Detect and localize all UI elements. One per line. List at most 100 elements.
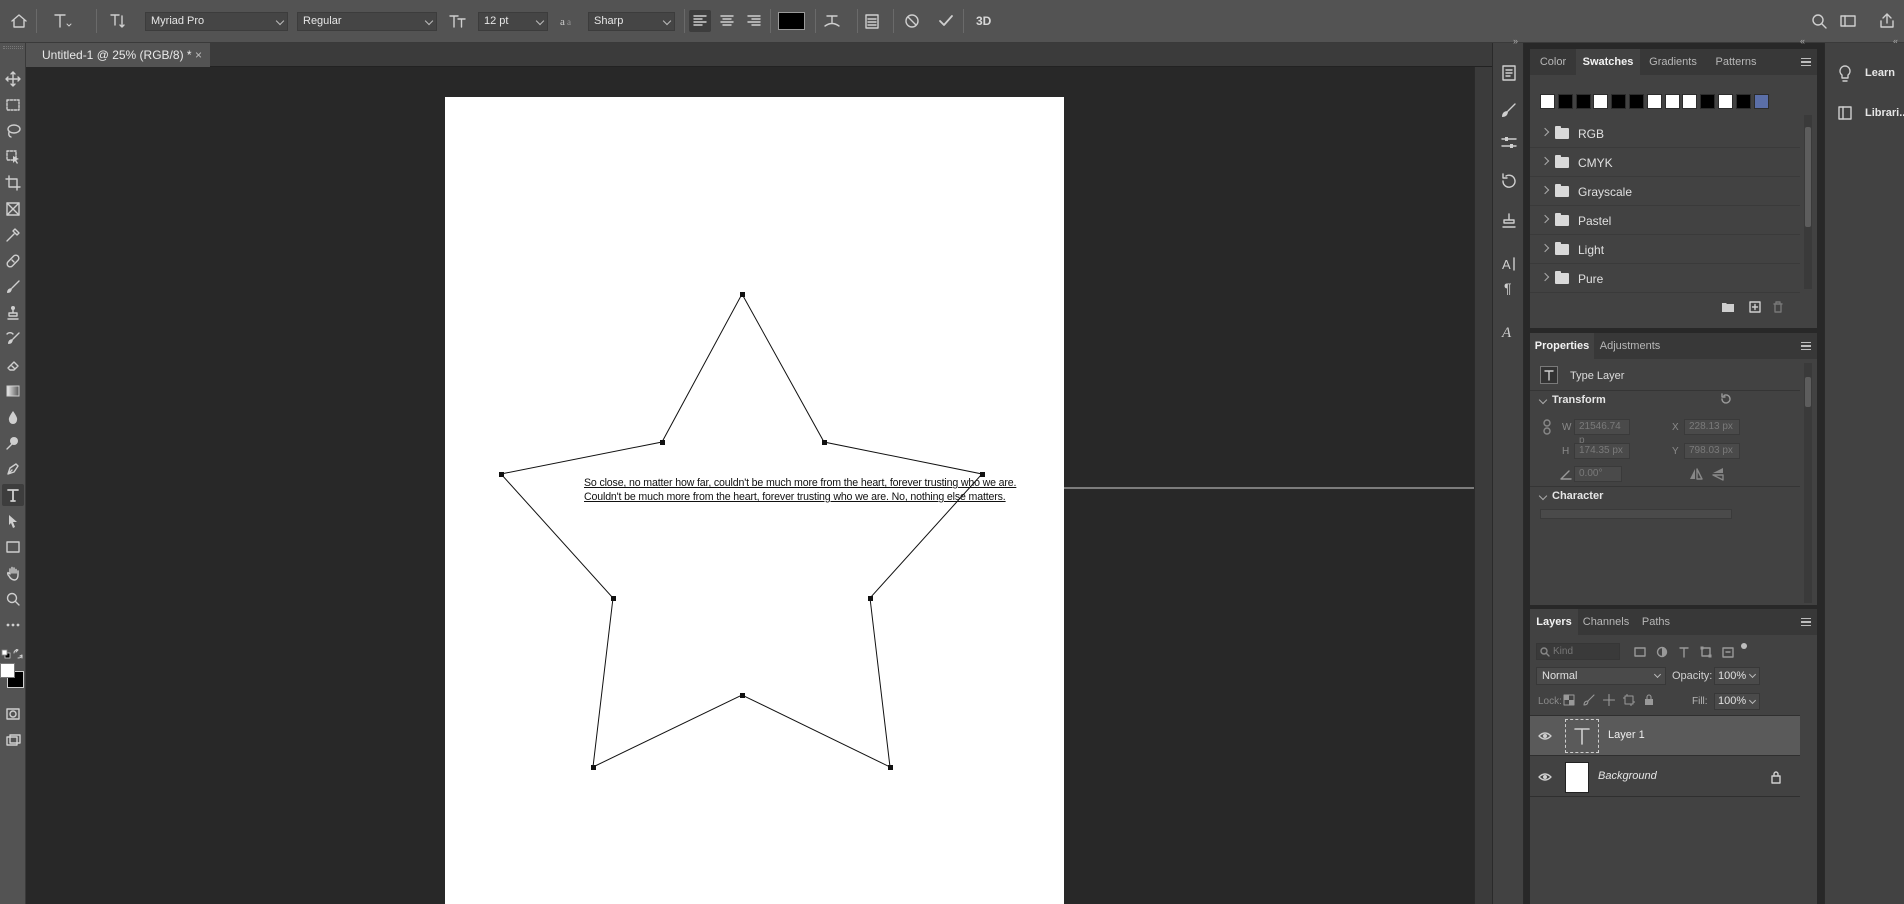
- swatch-group-rgb[interactable]: RGB: [1530, 119, 1800, 148]
- new-group-folder-icon[interactable]: [1720, 299, 1736, 315]
- color-swatch[interactable]: [1753, 94, 1769, 109]
- flip-horizontal-icon[interactable]: [1688, 466, 1704, 482]
- clone-source-icon[interactable]: [1498, 210, 1520, 232]
- adjustments-sliders-icon[interactable]: [1498, 132, 1520, 154]
- folder-icon: [1555, 126, 1569, 139]
- filter-adjustment-icon[interactable]: [1655, 645, 1669, 659]
- layer-name[interactable]: Background: [1598, 770, 1657, 782]
- filter-toggle-icon[interactable]: [1741, 643, 1747, 649]
- new-swatch-icon[interactable]: [1747, 299, 1763, 315]
- layer-type-label: Type Layer: [1570, 370, 1625, 382]
- swatch-group-grayscale[interactable]: Grayscale: [1530, 177, 1800, 206]
- learn-panel-button[interactable]: Learn: [1825, 53, 1904, 93]
- tab-properties[interactable]: Properties: [1530, 333, 1594, 359]
- tab-layers[interactable]: Layers: [1530, 609, 1578, 635]
- color-swatch[interactable]: [1557, 94, 1573, 109]
- folder-icon: [1555, 155, 1569, 168]
- character-font-field[interactable]: [1540, 509, 1732, 519]
- properties-scrollbar[interactable]: [1804, 363, 1812, 603]
- fill-field[interactable]: 100%: [1714, 693, 1760, 710]
- color-swatch[interactable]: [1593, 94, 1609, 109]
- opacity-field[interactable]: 100%: [1714, 667, 1760, 685]
- properties-panel: Properties Adjustments Type Layer Transf…: [1530, 333, 1817, 605]
- folder-icon: [1555, 271, 1569, 284]
- transform-expand-icon[interactable]: [1538, 395, 1548, 405]
- opacity-label: Opacity:: [1672, 670, 1713, 682]
- tab-color[interactable]: Color: [1530, 49, 1576, 75]
- folder-icon: [1555, 213, 1569, 226]
- type-layer-text-line-1[interactable]: So close, no matter how far, couldn't be…: [584, 477, 1064, 489]
- color-swatch[interactable]: [1646, 94, 1662, 109]
- swatch-group-pure[interactable]: Pure: [1530, 264, 1800, 293]
- libraries-panel-button[interactable]: Librari...: [1825, 93, 1904, 133]
- link-dimensions-icon[interactable]: [1542, 419, 1552, 435]
- character-section-label: Character: [1552, 490, 1604, 502]
- background-layer-thumbnail: [1565, 762, 1589, 793]
- character-expand-icon[interactable]: [1538, 491, 1548, 501]
- brush-settings-icon[interactable]: [1498, 100, 1520, 122]
- color-swatch[interactable]: [1540, 94, 1555, 109]
- svg-text:A: A: [1502, 257, 1511, 272]
- swatch-group-light[interactable]: Light: [1530, 235, 1800, 264]
- lock-image-pixels-icon[interactable]: [1583, 694, 1595, 706]
- blend-mode-select[interactable]: Normal: [1536, 667, 1666, 685]
- layer-row-layer-1[interactable]: Layer 1: [1530, 716, 1800, 756]
- color-swatch[interactable]: [1735, 94, 1751, 109]
- y-position-field[interactable]: 798.03 px: [1684, 443, 1740, 459]
- height-field[interactable]: 174.35 px: [1574, 443, 1630, 459]
- color-swatch[interactable]: [1611, 94, 1627, 109]
- color-swatch[interactable]: [1629, 94, 1644, 109]
- layer-name[interactable]: Layer 1: [1608, 729, 1645, 741]
- color-swatch[interactable]: [1700, 94, 1716, 109]
- right-panel-strip: Learn Librari...: [1824, 43, 1904, 904]
- delete-swatch-icon[interactable]: [1770, 299, 1786, 315]
- type-layer-icon: [1540, 366, 1558, 384]
- eye-icon[interactable]: [1538, 729, 1552, 743]
- lock-label: Lock:: [1538, 696, 1562, 707]
- filter-shape-icon[interactable]: [1699, 645, 1713, 659]
- x-position-field[interactable]: 228.13 px: [1684, 419, 1740, 435]
- glyphs-panel-icon[interactable]: A: [1498, 320, 1520, 342]
- rotate-view-icon[interactable]: [1498, 170, 1520, 192]
- history-panel-icon[interactable]: [1498, 62, 1520, 84]
- collapse-panels-icon[interactable]: «: [1800, 36, 1805, 46]
- eye-icon[interactable]: [1538, 770, 1552, 784]
- type-layer-text-line-2[interactable]: Couldn't be much more from the heart, fo…: [584, 491, 1064, 503]
- lock-icon[interactable]: [1770, 770, 1782, 784]
- lock-artboard-icon[interactable]: [1623, 694, 1635, 706]
- layer-row-background[interactable]: Background: [1530, 757, 1800, 797]
- lock-position-icon[interactable]: [1603, 694, 1615, 706]
- flip-vertical-icon[interactable]: [1710, 466, 1726, 482]
- filter-type-icon[interactable]: [1677, 645, 1691, 659]
- tab-patterns[interactable]: Patterns: [1706, 49, 1766, 75]
- tab-channels[interactable]: Channels: [1578, 609, 1634, 635]
- color-swatch[interactable]: [1575, 94, 1591, 109]
- filter-smart-object-icon[interactable]: [1721, 645, 1735, 659]
- text-layer-thumbnail: [1565, 719, 1599, 753]
- character-panel-icon[interactable]: A: [1498, 253, 1520, 275]
- tab-gradients[interactable]: Gradients: [1640, 49, 1706, 75]
- color-swatch[interactable]: [1718, 94, 1733, 109]
- layers-panel-menu-icon[interactable]: [1801, 618, 1811, 626]
- swatches-panel-menu-icon[interactable]: [1801, 58, 1811, 66]
- color-swatch[interactable]: [1664, 94, 1680, 109]
- tab-swatches[interactable]: Swatches: [1576, 49, 1640, 75]
- tab-paths[interactable]: Paths: [1634, 609, 1678, 635]
- filter-pixel-icon[interactable]: [1633, 645, 1647, 659]
- properties-panel-menu-icon[interactable]: [1801, 342, 1811, 350]
- lock-all-icon[interactable]: [1643, 694, 1655, 706]
- swatches-scrollbar[interactable]: [1804, 115, 1812, 289]
- libraries-icon: [1838, 106, 1852, 120]
- color-swatch[interactable]: [1682, 94, 1698, 109]
- swatch-group-pastel[interactable]: Pastel: [1530, 206, 1800, 235]
- tab-adjustments[interactable]: Adjustments: [1594, 333, 1666, 359]
- transform-section-label: Transform: [1552, 394, 1606, 406]
- lock-transparent-pixels-icon[interactable]: [1563, 694, 1575, 706]
- collapse-icon-strip-icon[interactable]: »: [1513, 36, 1518, 46]
- swatch-group-cmyk[interactable]: CMYK: [1530, 148, 1800, 177]
- layer-filter-kind-select[interactable]: Kind: [1536, 643, 1620, 660]
- paragraph-panel-icon[interactable]: ¶: [1498, 276, 1520, 298]
- angle-field[interactable]: 0.00°: [1574, 466, 1622, 482]
- reset-transform-icon[interactable]: [1718, 391, 1734, 407]
- width-field[interactable]: 21546.74 p: [1574, 419, 1630, 446]
